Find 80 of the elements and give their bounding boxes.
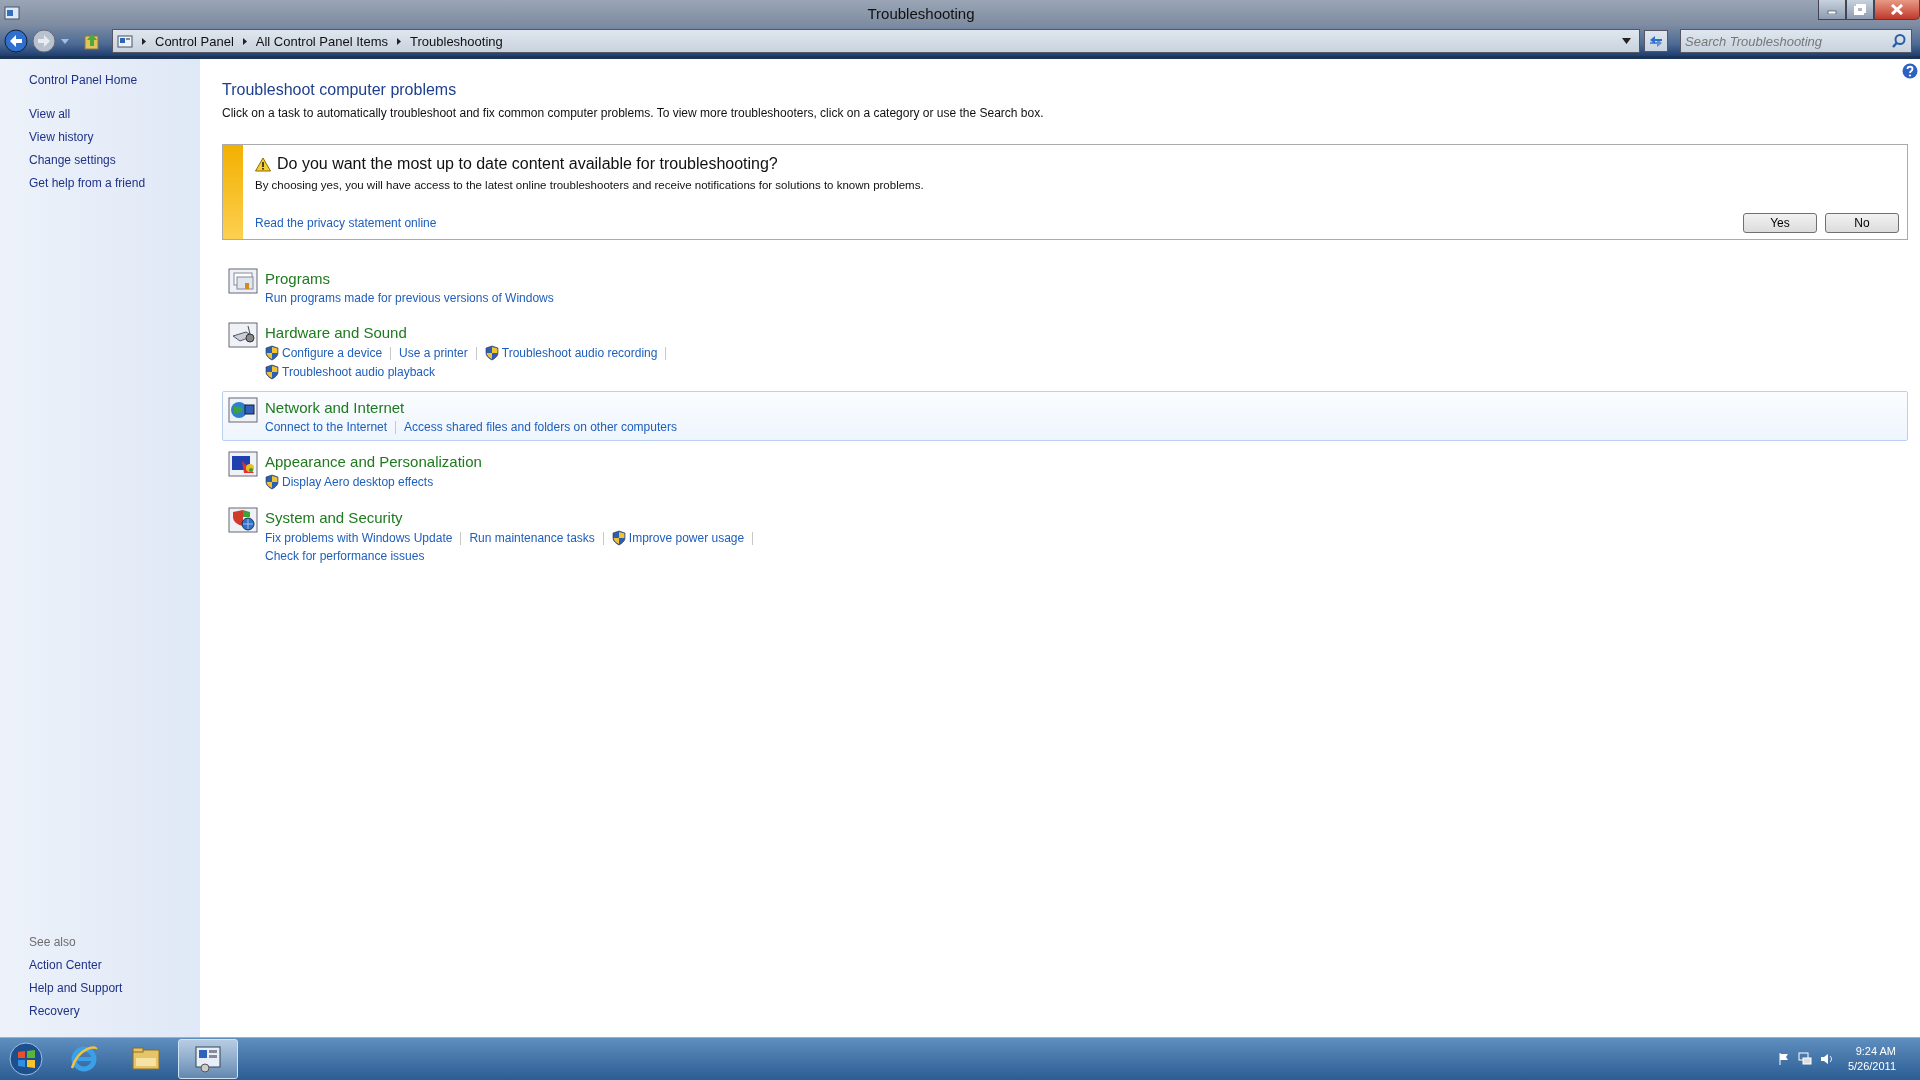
warning-icon: [255, 156, 271, 172]
folder-up-icon: [84, 32, 100, 50]
refresh-button[interactable]: [1644, 30, 1668, 52]
window-icon: [4, 6, 20, 20]
clock-date: 5/26/2011: [1847, 1059, 1896, 1074]
yes-button[interactable]: Yes: [1743, 213, 1817, 233]
banner-heading: Do you want the most up to date content available for troubleshooting?: [277, 155, 778, 173]
taskbar-app[interactable]: [178, 1039, 238, 1079]
sidebar-link[interactable]: View history: [29, 130, 200, 144]
task-link[interactable]: Fix problems with Windows Update: [265, 531, 453, 545]
home-link[interactable]: Control Panel Home: [29, 73, 200, 87]
sidebar-link[interactable]: Help and Support: [29, 981, 200, 995]
clock-time: 9:24 AM: [1855, 1044, 1896, 1059]
restore-icon: [1854, 4, 1866, 15]
shield-icon: [265, 364, 279, 380]
sidebar-link[interactable]: Change settings: [29, 153, 200, 167]
flag-icon: [1777, 1052, 1790, 1066]
forward-button[interactable]: [32, 29, 56, 53]
category-title[interactable]: Hardware and Sound: [265, 324, 407, 341]
shield-icon: [611, 530, 626, 546]
dropdown-caret-icon: [1622, 38, 1631, 44]
banner-text: By choosing yes, you will have access to the latest online troubleshooters and receive notifications for solutions to known problems.: [255, 179, 925, 191]
network-icon: [1797, 1052, 1812, 1066]
shield-icon: [484, 345, 499, 361]
sidebar-link[interactable]: Recovery: [29, 1004, 200, 1018]
browser-e-icon: [69, 1044, 99, 1074]
recent-pages-button[interactable]: [60, 37, 70, 45]
task-link[interactable]: Run maintenance tasks: [469, 531, 595, 545]
search-icon: [1891, 33, 1907, 49]
task-link[interactable]: Display Aero desktop effects: [265, 474, 434, 490]
close-button[interactable]: [1874, 0, 1920, 20]
clock[interactable]: 9:24 AM 5/26/2011: [1847, 1044, 1896, 1074]
privacy-link[interactable]: Read the privacy statement online: [255, 216, 1735, 230]
task-link[interactable]: Access shared files and folders on other computers: [404, 420, 677, 434]
globe-icon: [228, 397, 258, 423]
breadcrumb[interactable]: Control Panel: [155, 33, 234, 49]
section-heading: See also: [29, 935, 77, 949]
close-icon: [1891, 4, 1903, 15]
category-title[interactable]: System and Security: [265, 509, 403, 526]
caret-icon: [60, 37, 70, 45]
shield-icon: [228, 507, 258, 533]
control-panel-icon: [117, 34, 133, 48]
help-button[interactable]: [1902, 63, 1918, 79]
chevron-icon: [241, 36, 248, 46]
task-link[interactable]: Run programs made for previous versions of Windows: [265, 291, 554, 305]
window-title: Troubleshooting: [866, 4, 976, 22]
refresh-icon: [1648, 34, 1664, 48]
no-button[interactable]: No: [1825, 213, 1899, 233]
restore-button[interactable]: [1846, 0, 1874, 20]
task-link[interactable]: Troubleshoot audio playback: [265, 364, 435, 380]
back-button[interactable]: [4, 29, 28, 53]
task-link[interactable]: Configure a device: [265, 345, 383, 361]
sidebar-link[interactable]: Get help from a friend: [29, 176, 200, 190]
task-link[interactable]: Check for performance issues: [265, 549, 425, 563]
sidebar-link[interactable]: View all: [29, 107, 200, 121]
address-bar[interactable]: Control Panel All Control Panel Items Troubleshooting: [112, 29, 1640, 53]
chevron-icon: [396, 36, 402, 46]
search-field[interactable]: Search Troubleshooting: [1680, 29, 1912, 53]
page-title: Troubleshoot computer problems: [222, 81, 458, 99]
breadcrumb[interactable]: Troubleshooting: [410, 33, 503, 49]
programs-icon: [228, 268, 258, 294]
task-link[interactable]: Troubleshoot audio recording: [484, 345, 658, 361]
task-link[interactable]: Use a printer: [399, 346, 468, 360]
chevron-icon: [141, 36, 147, 46]
display-color-icon: [228, 451, 258, 477]
shield-icon: [265, 474, 279, 490]
speaker-icon: [1819, 1052, 1834, 1066]
sidebar-link[interactable]: Action Center: [29, 958, 200, 972]
task-link[interactable]: Improve power usage: [611, 530, 745, 546]
category-title[interactable]: Appearance and Personalization: [265, 453, 482, 470]
category-title[interactable]: Programs: [265, 270, 331, 287]
start-orb-icon: [9, 1042, 43, 1076]
shield-icon: [265, 345, 279, 361]
category-title[interactable]: Network and Internet: [265, 399, 405, 416]
breadcrumb[interactable]: All Control Panel Items: [255, 33, 388, 49]
control-panel-icon: [193, 1044, 223, 1074]
page-description: Click on a task to automatically troubleshoot and fix common computer problems. To view more troubleshooters, click on a category or use the Search box.: [222, 106, 1045, 120]
up-button[interactable]: [84, 32, 100, 50]
task-link[interactable]: Connect to the Internet: [265, 420, 388, 434]
minimize-button[interactable]: [1818, 0, 1846, 20]
